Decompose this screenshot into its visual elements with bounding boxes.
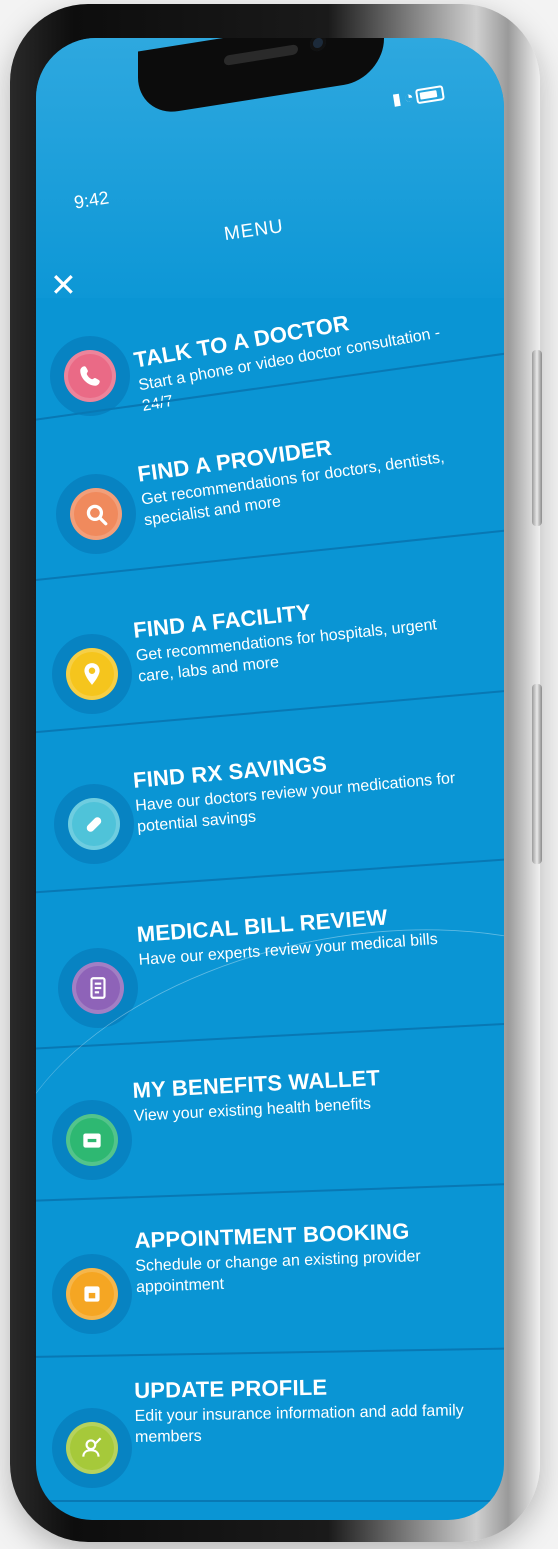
menu-item-find-a-provider[interactable]: FIND A PROVIDER Get recommendations for d… — [36, 434, 504, 582]
front-camera — [310, 38, 326, 53]
menu-item-text: MEDICAL BILL REVIEW Have our experts revi… — [136, 898, 479, 971]
menu-item-find-rx-savings[interactable]: FIND RX SAVINGS Have our doctors review y… — [36, 744, 504, 894]
icon-halo — [50, 336, 130, 416]
bill-icon — [72, 962, 124, 1014]
menu-item-medical-bill-review[interactable]: MEDICAL BILL REVIEW Have our experts revi… — [36, 904, 504, 1050]
menu-item-my-benefits-wallet[interactable]: MY BENEFITS WALLET View your existing hea… — [36, 1060, 504, 1202]
pill-icon — [68, 798, 120, 850]
menu-item-text: FIND RX SAVINGS Have our doctors review y… — [132, 738, 477, 837]
menu-item-text: MY BENEFITS WALLET View your existing hea… — [132, 1060, 474, 1127]
menu-item-text: UPDATE PROFILE Edit your insurance inform… — [134, 1372, 475, 1448]
icon-halo — [58, 948, 138, 1028]
menu-item-text: FIND A FACILITY Get recommendations for h… — [132, 582, 477, 687]
location-pin-icon — [66, 648, 118, 700]
calendar-icon — [66, 1268, 118, 1320]
menu-divider — [36, 857, 504, 894]
icon-halo — [52, 634, 132, 714]
menu-item-appointment-booking[interactable]: APPOINTMENT BOOKING Schedule or change an… — [36, 1210, 504, 1358]
phone-frame: 9:42 ▮◔ MENU ✕ TALK TO A DOCTOR Start a p… — [10, 4, 542, 1542]
icon-halo — [56, 474, 136, 554]
phone-icon — [64, 350, 116, 402]
menu-item-description: Edit your insurance information and add … — [134, 1402, 464, 1446]
menu-divider — [36, 1182, 504, 1202]
icon-halo — [52, 1100, 132, 1180]
profile-edit-icon — [66, 1422, 118, 1474]
speaker — [224, 44, 298, 66]
menu-item-title: UPDATE PROFILE — [134, 1374, 328, 1403]
menu-item-talk-to-a-doctor[interactable]: TALK TO A DOCTOR Start a phone or video d… — [36, 310, 504, 422]
menu-item-update-profile[interactable]: UPDATE PROFILE Edit your insurance inform… — [36, 1366, 504, 1502]
power-button — [532, 684, 542, 864]
menu-item-text: APPOINTMENT BOOKING Schedule or change an… — [134, 1216, 476, 1298]
volume-button — [532, 350, 542, 526]
icon-halo — [54, 784, 134, 864]
icon-halo — [52, 1408, 132, 1488]
app-screen: 9:42 ▮◔ MENU ✕ TALK TO A DOCTOR Start a p… — [36, 38, 504, 1520]
wallet-icon — [66, 1114, 118, 1166]
battery-icon — [415, 85, 446, 105]
menu-item-find-a-facility[interactable]: FIND A FACILITY Get recommendations for h… — [36, 594, 504, 734]
menu-divider — [36, 1500, 504, 1502]
menu-item-text: FIND A PROVIDER Get recommendations for d… — [136, 415, 482, 532]
close-icon[interactable]: ✕ — [50, 266, 77, 304]
icon-halo — [52, 1254, 132, 1334]
search-icon — [70, 488, 122, 540]
menu-divider — [36, 1347, 504, 1358]
